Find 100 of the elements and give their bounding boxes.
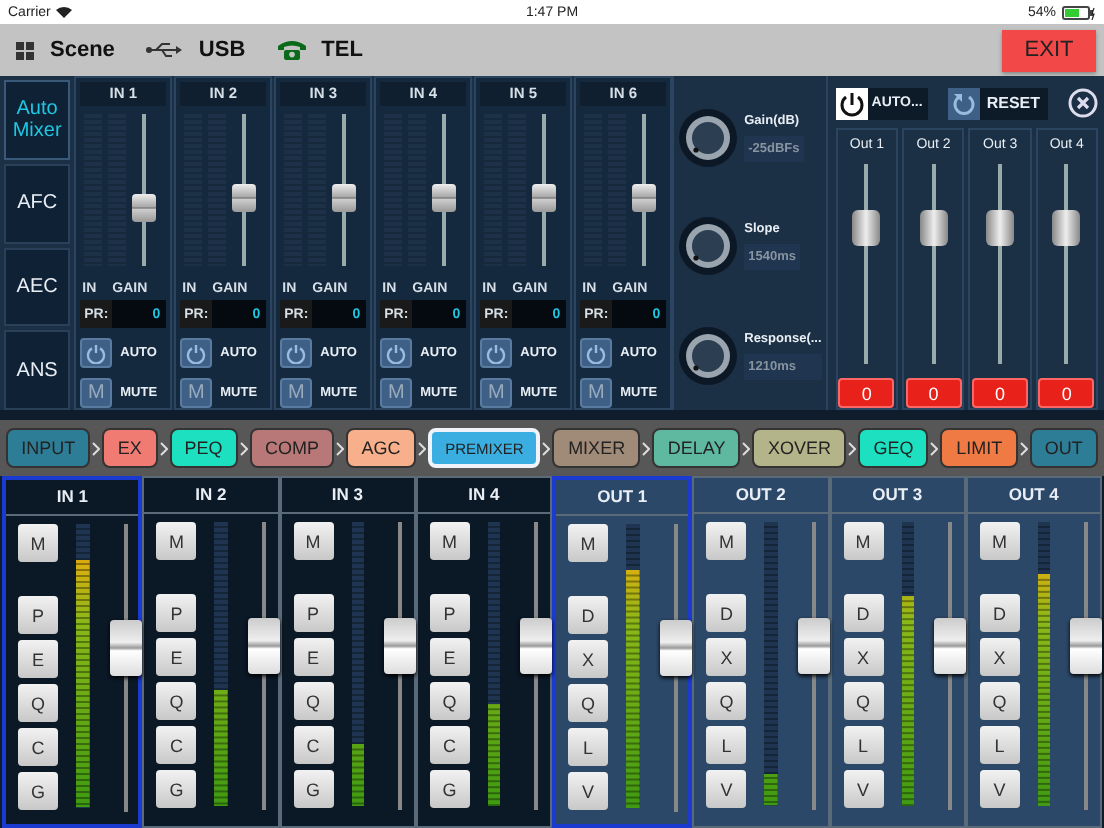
channel-key[interactable]: G [429,770,470,808]
chain-step-button[interactable]: COMP [249,428,335,468]
fader-handle[interactable] [919,209,948,246]
chain-step-button[interactable]: EX [102,428,158,468]
chain-step-button[interactable]: GEQ [858,428,929,468]
channel-key[interactable]: M [293,522,333,560]
channel-key[interactable]: M [843,522,883,560]
channel-key[interactable]: V [843,770,883,808]
channel-strip[interactable]: OUT 3 M D X Q L V [829,476,966,828]
channel-key[interactable]: X [568,640,608,678]
channel-key[interactable]: Q [979,682,1020,720]
exit-button[interactable]: EXIT [1002,29,1096,71]
channel-key[interactable]: C [156,726,197,764]
channel-strip[interactable]: IN 1 M P E Q C G [2,476,143,828]
channel-key[interactable]: Q [843,682,883,720]
knob[interactable] [678,216,739,277]
auto-button[interactable] [380,338,413,368]
channel-key[interactable]: L [568,728,608,766]
channel-strip[interactable]: OUT 1 M D X Q L V [552,476,693,828]
auto-button[interactable] [80,338,113,368]
auto-button[interactable] [180,338,213,368]
fader-handle[interactable] [332,184,357,213]
channel-key[interactable]: M [568,524,608,562]
fader-handle[interactable] [986,209,1015,246]
channel-key[interactable]: G [156,770,197,808]
tel-button[interactable]: TEL [277,38,363,62]
scene-button[interactable]: Scene [16,38,115,62]
value-button[interactable]: 0 [972,378,1029,408]
channel-key[interactable]: L [979,726,1020,764]
fader-handle[interactable] [632,184,657,213]
channel-key[interactable]: Q [568,684,608,722]
channel-key[interactable]: Q [293,682,333,720]
channel-key[interactable]: M [979,522,1020,560]
channel-key[interactable]: Q [429,682,470,720]
chain-step-button[interactable]: MIXER [552,428,641,468]
fader-handle[interactable] [934,617,967,674]
channel-key[interactable]: E [156,638,197,676]
chain-step-button[interactable]: AGC [346,428,416,468]
close-icon[interactable] [1068,88,1098,118]
channel-key[interactable]: P [18,596,58,634]
fader-handle[interactable] [109,619,142,676]
fader-handle[interactable] [247,617,280,674]
channel-key[interactable]: E [18,640,58,678]
auto-button[interactable] [480,338,513,368]
channel-key[interactable]: C [429,726,470,764]
channel-key[interactable]: C [18,728,58,766]
channel-key[interactable]: G [18,772,58,810]
knob[interactable] [678,108,739,169]
fader-handle[interactable] [659,619,692,676]
channel-strip[interactable]: IN 4 M P E Q C G [415,476,552,828]
channel-key[interactable]: X [843,638,883,676]
channel-strip[interactable]: IN 3 M P E Q C G [279,476,416,828]
channel-key[interactable]: D [706,594,747,632]
fader-handle[interactable] [520,617,553,674]
channel-key[interactable]: P [429,594,470,632]
fader-handle[interactable] [532,184,557,213]
channel-key[interactable]: M [18,524,58,562]
fader-handle[interactable] [432,184,457,213]
channel-key[interactable]: V [706,770,747,808]
channel-key[interactable]: L [706,726,747,764]
mode-tab[interactable]: AEC [4,247,71,327]
chain-step-button[interactable]: LIMIT [940,428,1018,468]
auto-button[interactable] [280,338,313,368]
channel-key[interactable]: M [706,522,747,560]
channel-key[interactable]: E [293,638,333,676]
auto-button[interactable] [580,338,613,368]
fader-handle[interactable] [852,209,881,246]
fader-handle[interactable] [132,193,157,222]
channel-key[interactable]: V [979,770,1020,808]
fader-handle[interactable] [797,617,830,674]
fader-handle[interactable] [1070,617,1103,674]
mode-tab[interactable]: AFC [4,163,71,243]
channel-key[interactable]: M [156,522,197,560]
knob[interactable] [678,325,739,386]
channel-key[interactable]: D [979,594,1020,632]
usb-button[interactable]: USB [146,38,246,62]
channel-key[interactable]: L [843,726,883,764]
channel-key[interactable]: D [843,594,883,632]
channel-key[interactable]: C [293,726,333,764]
mode-tab[interactable]: ANS [4,330,71,410]
reset-button[interactable]: RESET [948,87,1048,119]
fader-handle[interactable] [384,617,417,674]
chain-step-button[interactable]: PEQ [169,428,238,468]
value-button[interactable]: 0 [1038,378,1095,408]
channel-key[interactable]: Q [18,684,58,722]
channel-key[interactable]: Q [156,682,197,720]
channel-key[interactable]: D [568,596,608,634]
channel-key[interactable]: V [568,772,608,810]
channel-key[interactable]: M [429,522,470,560]
fader-handle[interactable] [232,184,257,213]
channel-key[interactable]: G [293,770,333,808]
channel-key[interactable]: X [706,638,747,676]
channel-key[interactable]: X [979,638,1020,676]
channel-strip[interactable]: IN 2 M P E Q C G [142,476,279,828]
value-button[interactable]: 0 [905,378,962,408]
channel-key[interactable]: P [293,594,333,632]
channel-key[interactable]: E [429,638,470,676]
channel-strip[interactable]: OUT 2 M D X Q L V [692,476,829,828]
value-button[interactable]: 0 [838,378,895,408]
chain-step-button[interactable]: XOVER [752,428,847,468]
